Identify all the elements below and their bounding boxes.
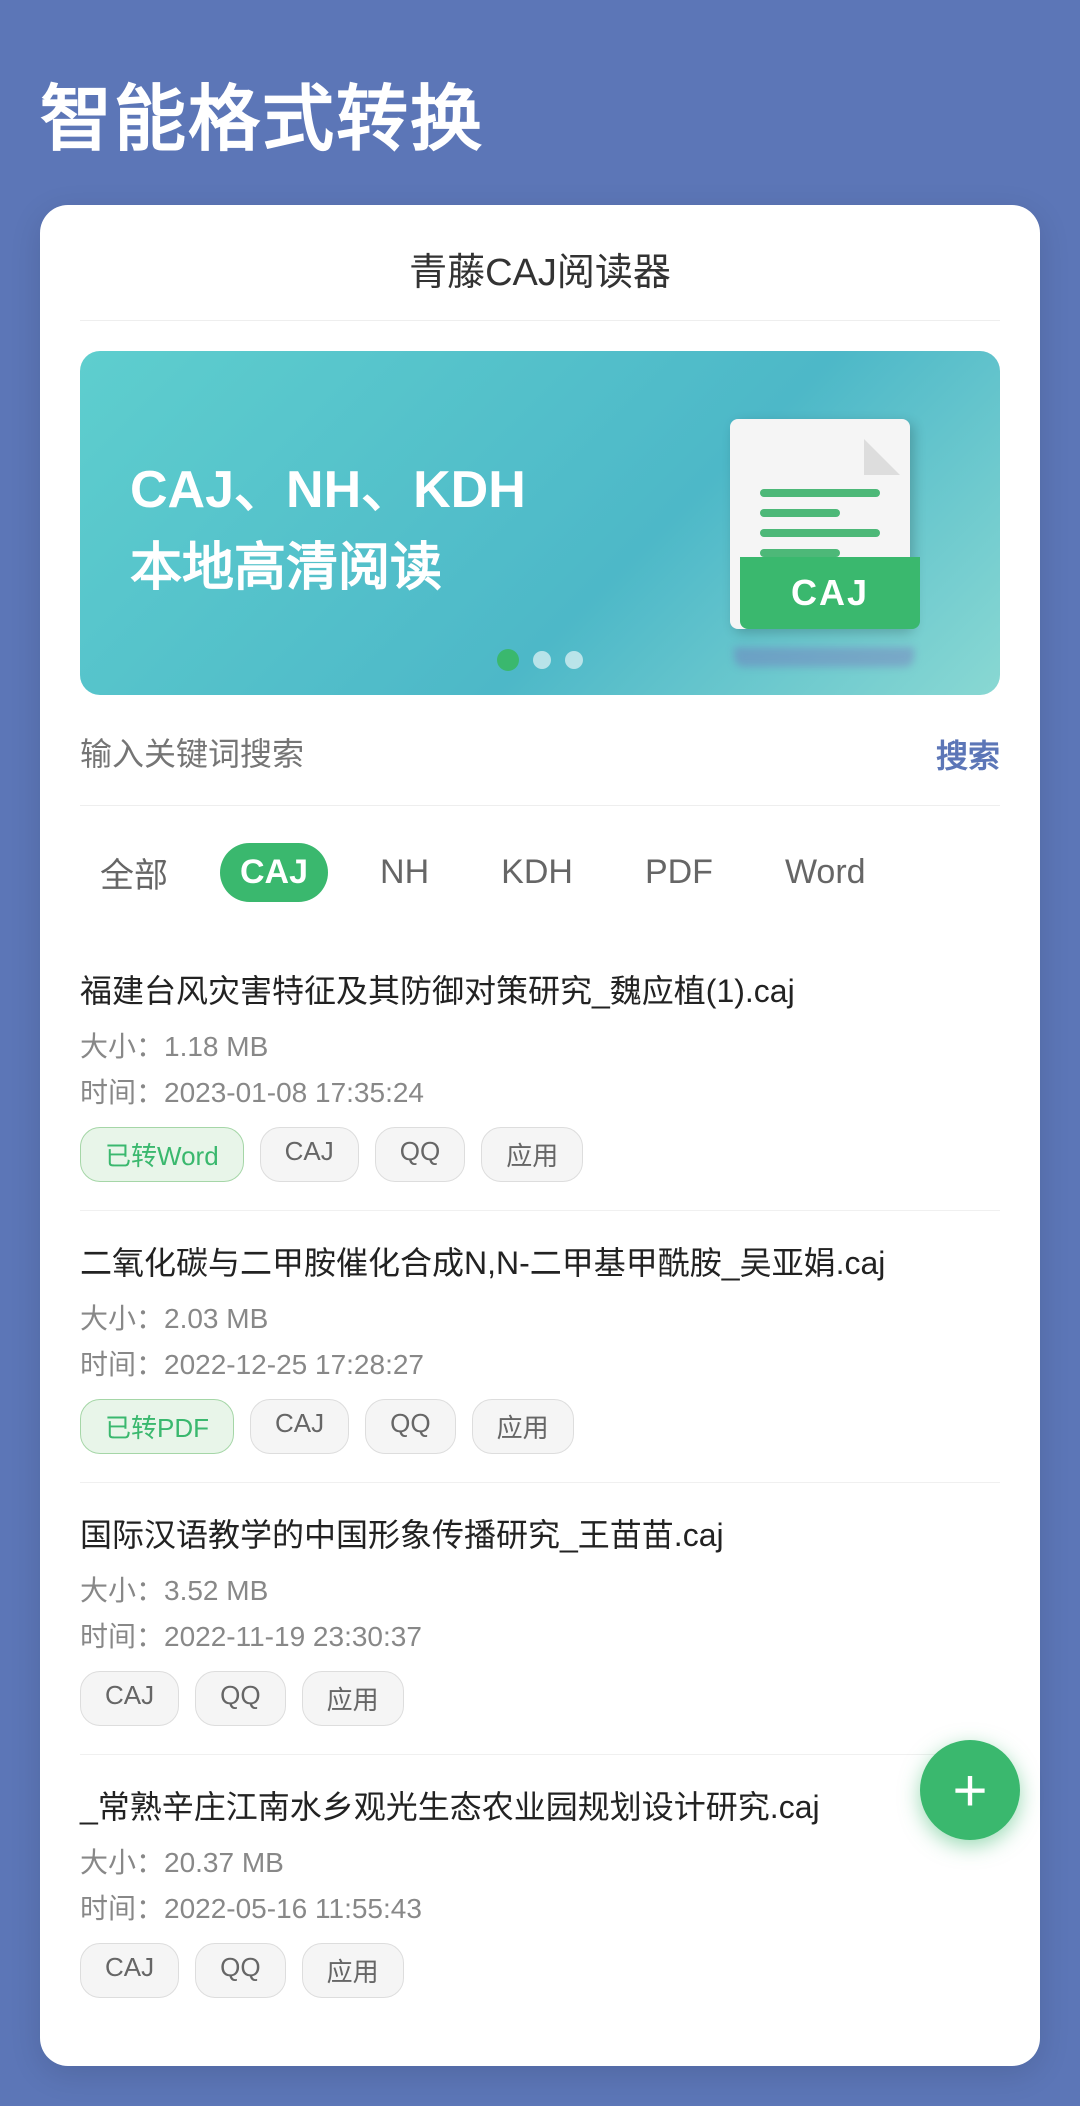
banner-icon: CAJ: [720, 399, 960, 659]
tag-converted-word-1[interactable]: 已转Word: [80, 1127, 244, 1182]
file-item-4[interactable]: _常熟辛庄江南水乡观光生态农业园规划设计研究.caj 大小：20.37 MB 时…: [80, 1755, 1000, 2026]
banner-text: CAJ、NH、KDH 本地高清阅读: [130, 451, 526, 607]
search-input[interactable]: [80, 736, 916, 773]
tag-app-1[interactable]: 应用: [481, 1127, 583, 1182]
tag-app-2[interactable]: 应用: [472, 1399, 574, 1454]
file-name-4: _常熟辛庄江南水乡观光生态农业园规划设计研究.caj: [80, 1783, 1000, 1831]
tag-qq-2[interactable]: QQ: [365, 1399, 455, 1454]
file-line-1: [760, 489, 880, 497]
file-time-3: 时间：2022-11-19 23:30:37: [80, 1615, 1000, 1655]
fab-add-button[interactable]: +: [920, 1740, 1020, 1840]
page-title: 智能格式转换: [40, 60, 1040, 165]
tag-caj-3[interactable]: CAJ: [80, 1671, 179, 1726]
file-shadow: [734, 647, 914, 667]
banner-line1: CAJ、NH、KDH: [130, 451, 526, 529]
file-tags-3: CAJ QQ 应用: [80, 1671, 1000, 1726]
file-time-2: 时间：2022-12-25 17:28:27: [80, 1343, 1000, 1383]
tag-app-4[interactable]: 应用: [302, 1943, 404, 1998]
file-time-4: 时间：2022-05-16 11:55:43: [80, 1887, 1000, 1927]
file-line-4: [760, 549, 840, 557]
file-item-1[interactable]: 福建台风灾害特征及其防御对策研究_魏应植(1).caj 大小：1.18 MB 时…: [80, 939, 1000, 1211]
tab-nh[interactable]: NH: [360, 843, 449, 902]
file-name-3: 国际汉语教学的中国形象传播研究_王苗苗.caj: [80, 1511, 1000, 1559]
tag-converted-pdf-2[interactable]: 已转PDF: [80, 1399, 234, 1454]
file-list: 福建台风灾害特征及其防御对策研究_魏应植(1).caj 大小：1.18 MB 时…: [80, 939, 1000, 2026]
file-tags-2: 已转PDF CAJ QQ 应用: [80, 1399, 1000, 1454]
tab-word[interactable]: Word: [765, 843, 886, 902]
search-row: 搜索: [80, 731, 1000, 806]
main-card: 青藤CAJ阅读器 CAJ、NH、KDH 本地高清阅读 CAJ: [40, 205, 1040, 2066]
tab-pdf[interactable]: PDF: [625, 843, 733, 902]
tag-qq-4[interactable]: QQ: [195, 1943, 285, 1998]
dot-1[interactable]: [497, 649, 519, 671]
file-size-4: 大小：20.37 MB: [80, 1841, 1000, 1881]
file-body: CAJ: [730, 419, 910, 629]
file-name-1: 福建台风灾害特征及其防御对策研究_魏应植(1).caj: [80, 967, 1000, 1015]
file-item-2[interactable]: 二氧化碳与二甲胺催化合成N,N-二甲基甲酰胺_吴亚娟.caj 大小：2.03 M…: [80, 1211, 1000, 1483]
file-tags-1: 已转Word CAJ QQ 应用: [80, 1127, 1000, 1182]
tab-kdh[interactable]: KDH: [481, 843, 593, 902]
card-header: 青藤CAJ阅读器: [80, 241, 1000, 321]
file-label: CAJ: [740, 557, 920, 629]
tag-app-3[interactable]: 应用: [302, 1671, 404, 1726]
banner-line2: 本地高清阅读: [130, 529, 526, 607]
file-time-1: 时间：2023-01-08 17:35:24: [80, 1071, 1000, 1111]
file-tags-4: CAJ QQ 应用: [80, 1943, 1000, 1998]
tab-caj[interactable]: CAJ: [220, 843, 328, 902]
dot-2[interactable]: [533, 651, 551, 669]
file-size-1: 大小：1.18 MB: [80, 1025, 1000, 1065]
file-size-3: 大小：3.52 MB: [80, 1569, 1000, 1609]
tag-caj-2[interactable]: CAJ: [250, 1399, 349, 1454]
dot-3[interactable]: [565, 651, 583, 669]
search-button[interactable]: 搜索: [936, 731, 1000, 777]
filter-tabs: 全部 CAJ NH KDH PDF Word: [80, 838, 1000, 907]
file-line-2: [760, 509, 840, 517]
file-line-3: [760, 529, 880, 537]
file-corner: [864, 439, 900, 475]
tag-qq-3[interactable]: QQ: [195, 1671, 285, 1726]
banner-dots: [497, 649, 583, 671]
banner: CAJ、NH、KDH 本地高清阅读 CAJ: [80, 351, 1000, 695]
tag-caj-1[interactable]: CAJ: [260, 1127, 359, 1182]
file-size-2: 大小：2.03 MB: [80, 1297, 1000, 1337]
file-name-2: 二氧化碳与二甲胺催化合成N,N-二甲基甲酰胺_吴亚娟.caj: [80, 1239, 1000, 1287]
tag-qq-1[interactable]: QQ: [375, 1127, 465, 1182]
file-item-3[interactable]: 国际汉语教学的中国形象传播研究_王苗苗.caj 大小：3.52 MB 时间：20…: [80, 1483, 1000, 1755]
tag-caj-4[interactable]: CAJ: [80, 1943, 179, 1998]
tab-all[interactable]: 全部: [80, 838, 188, 907]
